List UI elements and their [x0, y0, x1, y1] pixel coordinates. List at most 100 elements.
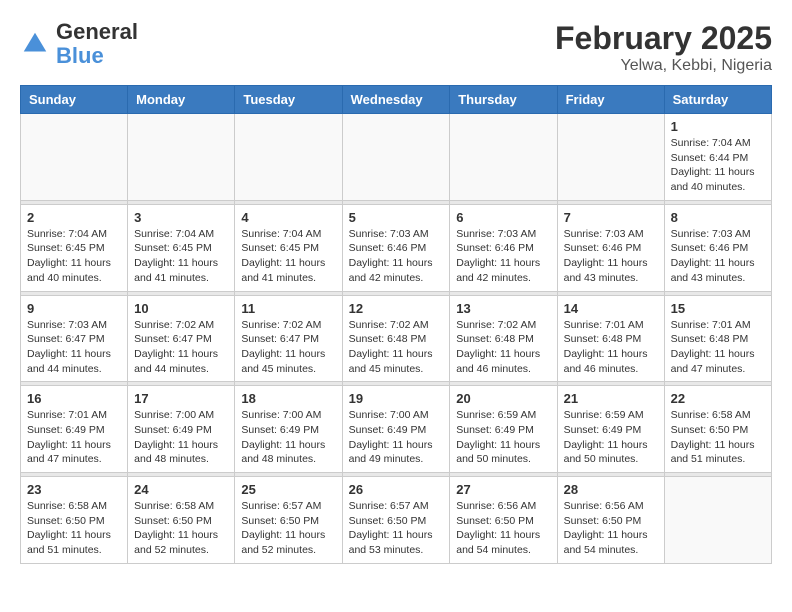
calendar-cell	[450, 114, 557, 201]
day-number: 23	[27, 482, 121, 497]
calendar-cell: 23 Sunrise: 6:58 AM Sunset: 6:50 PM Dayli…	[21, 477, 128, 564]
calendar-header-monday: Monday	[128, 86, 235, 114]
day-number: 14	[564, 301, 658, 316]
calendar-week-1: 1Sunrise: 7:04 AM Sunset: 6:44 PM Daylig…	[21, 114, 772, 201]
day-number: 5	[349, 210, 444, 225]
title-block: February 2025 Yelwa, Kebbi, Nigeria	[555, 20, 772, 75]
calendar-cell: 2Sunrise: 7:04 AM Sunset: 6:45 PM Daylig…	[21, 204, 128, 291]
day-info: Sunrise: 7:03 AM Sunset: 6:46 PM Dayligh…	[564, 227, 658, 286]
calendar-cell: 16Sunrise: 7:01 AM Sunset: 6:49 PM Dayli…	[21, 386, 128, 473]
calendar-cell: 15 Sunrise: 7:01 AM Sunset: 6:48 PM Dayli…	[664, 295, 771, 382]
day-info: Sunrise: 7:01 AM Sunset: 6:49 PM Dayligh…	[27, 408, 121, 467]
calendar-cell: 19Sunrise: 7:00 AM Sunset: 6:49 PM Dayli…	[342, 386, 450, 473]
day-number: 7	[564, 210, 658, 225]
calendar-cell	[235, 114, 342, 201]
calendar-cell: 25 Sunrise: 6:57 AM Sunset: 6:50 PM Dayli…	[235, 477, 342, 564]
calendar-cell: 8 Sunrise: 7:03 AM Sunset: 6:46 PM Daylig…	[664, 204, 771, 291]
day-info: Sunrise: 6:57 AM Sunset: 6:50 PM Dayligh…	[349, 499, 444, 558]
day-info: Sunrise: 6:57 AM Sunset: 6:50 PM Dayligh…	[241, 499, 335, 558]
day-number: 12	[349, 301, 444, 316]
logo-text: GeneralBlue	[56, 20, 138, 68]
day-number: 17	[134, 391, 228, 406]
day-info: Sunrise: 7:01 AM Sunset: 6:48 PM Dayligh…	[564, 318, 658, 377]
calendar-cell: 5 Sunrise: 7:03 AM Sunset: 6:46 PM Daylig…	[342, 204, 450, 291]
day-info: Sunrise: 7:00 AM Sunset: 6:49 PM Dayligh…	[241, 408, 335, 467]
day-info: Sunrise: 7:02 AM Sunset: 6:47 PM Dayligh…	[134, 318, 228, 377]
day-number: 25	[241, 482, 335, 497]
calendar-header-friday: Friday	[557, 86, 664, 114]
calendar-cell: 7 Sunrise: 7:03 AM Sunset: 6:46 PM Daylig…	[557, 204, 664, 291]
calendar-cell: 20Sunrise: 6:59 AM Sunset: 6:49 PM Dayli…	[450, 386, 557, 473]
day-number: 26	[349, 482, 444, 497]
calendar-cell: 17 Sunrise: 7:00 AM Sunset: 6:49 PM Dayli…	[128, 386, 235, 473]
day-number: 4	[241, 210, 335, 225]
calendar-cell: 9 Sunrise: 7:03 AM Sunset: 6:47 PM Daylig…	[21, 295, 128, 382]
calendar-week-5: 23 Sunrise: 6:58 AM Sunset: 6:50 PM Dayli…	[21, 477, 772, 564]
calendar-cell	[21, 114, 128, 201]
day-info: Sunrise: 7:04 AM Sunset: 6:44 PM Dayligh…	[671, 136, 765, 195]
calendar-week-3: 9 Sunrise: 7:03 AM Sunset: 6:47 PM Daylig…	[21, 295, 772, 382]
day-info: Sunrise: 6:56 AM Sunset: 6:50 PM Dayligh…	[456, 499, 550, 558]
calendar-cell	[342, 114, 450, 201]
day-number: 28	[564, 482, 658, 497]
calendar-cell	[128, 114, 235, 201]
day-number: 10	[134, 301, 228, 316]
page-header: GeneralBlue February 2025 Yelwa, Kebbi, …	[20, 20, 772, 75]
calendar-cell: 22 Sunrise: 6:58 AM Sunset: 6:50 PM Dayli…	[664, 386, 771, 473]
day-info: Sunrise: 7:03 AM Sunset: 6:47 PM Dayligh…	[27, 318, 121, 377]
day-number: 15	[671, 301, 765, 316]
calendar-header-sunday: Sunday	[21, 86, 128, 114]
day-number: 6	[456, 210, 550, 225]
calendar-week-2: 2 Sunrise: 7:04 AM Sunset: 6:45 PM Daylig…	[21, 204, 772, 291]
calendar-cell: 24Sunrise: 6:58 AM Sunset: 6:50 PM Dayli…	[128, 477, 235, 564]
day-number: 8	[671, 210, 765, 225]
day-number: 24	[134, 482, 228, 497]
calendar-cell: 14 Sunrise: 7:01 AM Sunset: 6:48 PM Dayli…	[557, 295, 664, 382]
page-title: February 2025	[555, 20, 772, 57]
calendar-header-row: SundayMondayTuesdayWednesdayThursdayFrid…	[21, 86, 772, 114]
day-number: 2	[27, 210, 121, 225]
logo-icon	[20, 29, 50, 59]
calendar-cell: 27 Sunrise: 6:56 AM Sunset: 6:50 PM Dayli…	[450, 477, 557, 564]
day-number: 11	[241, 301, 335, 316]
calendar-cell: 1Sunrise: 7:04 AM Sunset: 6:44 PM Daylig…	[664, 114, 771, 201]
day-info: Sunrise: 7:00 AM Sunset: 6:49 PM Dayligh…	[134, 408, 228, 467]
calendar-cell: 11 Sunrise: 7:02 AM Sunset: 6:47 PM Dayli…	[235, 295, 342, 382]
calendar-header-wednesday: Wednesday	[342, 86, 450, 114]
day-number: 19	[349, 391, 444, 406]
page-subtitle: Yelwa, Kebbi, Nigeria	[555, 57, 772, 75]
day-info: Sunrise: 7:02 AM Sunset: 6:48 PM Dayligh…	[456, 318, 550, 377]
calendar-header-thursday: Thursday	[450, 86, 557, 114]
day-number: 22	[671, 391, 765, 406]
day-info: Sunrise: 7:04 AM Sunset: 6:45 PM Dayligh…	[241, 227, 335, 286]
calendar-week-4: 16Sunrise: 7:01 AM Sunset: 6:49 PM Dayli…	[21, 386, 772, 473]
day-info: Sunrise: 7:03 AM Sunset: 6:46 PM Dayligh…	[349, 227, 444, 286]
logo: GeneralBlue	[20, 20, 138, 68]
day-info: Sunrise: 7:04 AM Sunset: 6:45 PM Dayligh…	[134, 227, 228, 286]
calendar-cell: 18 Sunrise: 7:00 AM Sunset: 6:49 PM Dayli…	[235, 386, 342, 473]
calendar-header-tuesday: Tuesday	[235, 86, 342, 114]
day-info: Sunrise: 7:03 AM Sunset: 6:46 PM Dayligh…	[456, 227, 550, 286]
day-number: 18	[241, 391, 335, 406]
day-info: Sunrise: 6:59 AM Sunset: 6:49 PM Dayligh…	[564, 408, 658, 467]
day-info: Sunrise: 7:01 AM Sunset: 6:48 PM Dayligh…	[671, 318, 765, 377]
day-info: Sunrise: 7:02 AM Sunset: 6:47 PM Dayligh…	[241, 318, 335, 377]
calendar-cell: 13 Sunrise: 7:02 AM Sunset: 6:48 PM Dayli…	[450, 295, 557, 382]
day-info: Sunrise: 6:58 AM Sunset: 6:50 PM Dayligh…	[27, 499, 121, 558]
calendar-cell: 3 Sunrise: 7:04 AM Sunset: 6:45 PM Daylig…	[128, 204, 235, 291]
calendar-cell	[664, 477, 771, 564]
day-number: 3	[134, 210, 228, 225]
day-info: Sunrise: 6:59 AM Sunset: 6:49 PM Dayligh…	[456, 408, 550, 467]
day-number: 13	[456, 301, 550, 316]
calendar-cell: 10 Sunrise: 7:02 AM Sunset: 6:47 PM Dayli…	[128, 295, 235, 382]
day-info: Sunrise: 7:03 AM Sunset: 6:46 PM Dayligh…	[671, 227, 765, 286]
calendar-header-saturday: Saturday	[664, 86, 771, 114]
day-number: 9	[27, 301, 121, 316]
calendar-cell: 6 Sunrise: 7:03 AM Sunset: 6:46 PM Daylig…	[450, 204, 557, 291]
day-info: Sunrise: 6:58 AM Sunset: 6:50 PM Dayligh…	[671, 408, 765, 467]
calendar-cell: 4 Sunrise: 7:04 AM Sunset: 6:45 PM Daylig…	[235, 204, 342, 291]
calendar-cell: 21Sunrise: 6:59 AM Sunset: 6:49 PM Dayli…	[557, 386, 664, 473]
day-info: Sunrise: 6:56 AM Sunset: 6:50 PM Dayligh…	[564, 499, 658, 558]
day-number: 27	[456, 482, 550, 497]
calendar-table: SundayMondayTuesdayWednesdayThursdayFrid…	[20, 85, 772, 564]
